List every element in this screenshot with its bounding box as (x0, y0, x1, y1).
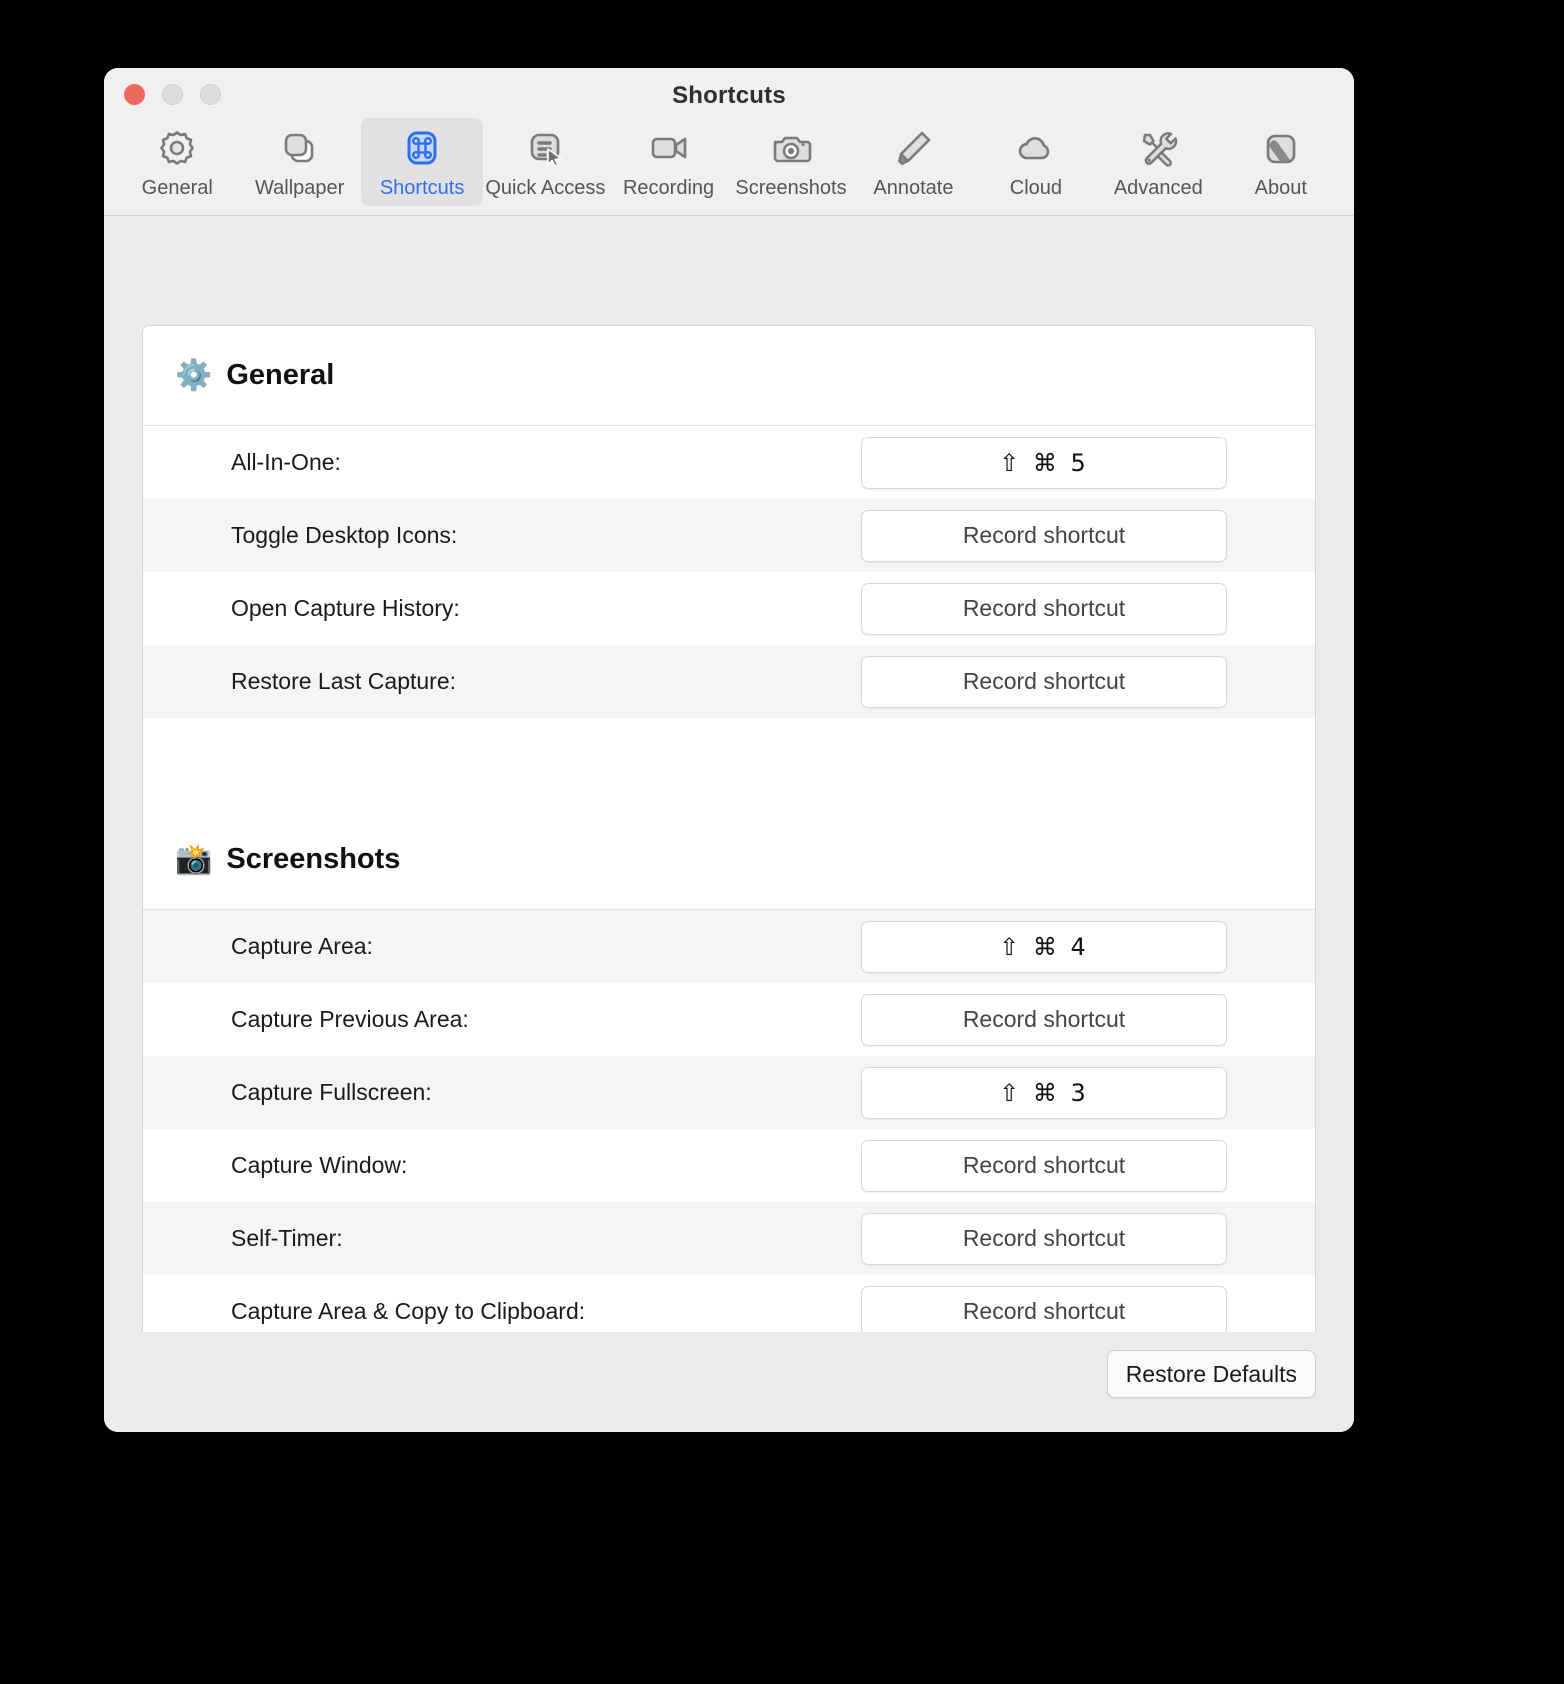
tab-general-label: General (141, 177, 213, 199)
video-camera-icon (646, 126, 692, 172)
shortcut-label: Capture Area: (231, 933, 373, 959)
shortcut-label: Capture Fullscreen: (231, 1079, 432, 1105)
wrench-screwdriver-icon (1135, 126, 1181, 172)
tab-cloud-label: Cloud (1009, 177, 1063, 199)
cloud-icon (1013, 126, 1059, 172)
tab-shortcuts-label: Shortcuts (379, 177, 465, 199)
shortcut-record-button[interactable]: Record shortcut (861, 655, 1227, 708)
tab-cloud[interactable]: Cloud (975, 118, 1097, 206)
shortcut-label: Capture Area & Copy to Clipboard: (231, 1298, 586, 1324)
shortcut-label: All-In-One: (231, 449, 341, 475)
window-footer: Restore Defaults (104, 1332, 1354, 1432)
tab-advanced-label: Advanced (1113, 177, 1203, 199)
shortcut-row: Capture Previous Area: Record shortcut (143, 983, 1315, 1056)
gear-emoji-icon: ⚙️ (175, 357, 213, 393)
shortcut-record-button[interactable]: Record shortcut (861, 1212, 1227, 1265)
command-key-icon (399, 126, 445, 172)
shortcut-label: Restore Last Capture: (231, 668, 457, 694)
section-header-screenshots: 📸 Screenshots (143, 810, 1315, 910)
shortcut-record-button[interactable]: Record shortcut (861, 993, 1227, 1046)
tab-about-label: About (1254, 177, 1307, 199)
tab-screenshots-label: Screenshots (735, 177, 847, 199)
shortcut-record-button[interactable]: ⇧ ⌘ 3 (861, 1066, 1227, 1119)
shortcut-row: Restore Last Capture: Record shortcut (143, 645, 1315, 718)
shortcut-record-button[interactable]: ⇧ ⌘ 5 (861, 436, 1227, 489)
shortcut-label: Self-Timer: (231, 1225, 343, 1251)
shortcut-label: Toggle Desktop Icons: (231, 522, 458, 548)
tab-wallpaper-label: Wallpaper (255, 177, 345, 199)
shortcut-row: Capture Area: ⇧ ⌘ 4 (143, 910, 1315, 983)
marker-pen-icon (890, 126, 936, 172)
shortcut-row: Toggle Desktop Icons: Record shortcut (143, 499, 1315, 572)
tab-quick-access[interactable]: Quick Access (483, 118, 607, 206)
shortcut-label: Capture Window: (231, 1152, 408, 1178)
camera-emoji-icon: 📸 (175, 841, 213, 877)
shortcuts-scroll-panel[interactable]: ⚙️ General All-In-One: ⇧ ⌘ 5 Toggle Desk… (142, 325, 1316, 1384)
section-spacer (143, 718, 1315, 810)
tab-advanced[interactable]: Advanced (1097, 118, 1219, 206)
gear-icon (154, 126, 200, 172)
window-titlebar: Shortcuts General Wallpaper Shortcuts Qu… (104, 68, 1354, 216)
shortcut-record-button[interactable]: ⇧ ⌘ 4 (861, 920, 1227, 973)
tab-shortcuts[interactable]: Shortcuts (360, 118, 484, 206)
section-header-general: ⚙️ General (143, 326, 1315, 426)
tab-recording[interactable]: Recording (607, 118, 729, 206)
shortcut-row: Self-Timer: Record shortcut (143, 1202, 1315, 1275)
menu-cursor-icon (522, 126, 568, 172)
tab-annotate-label: Annotate (873, 177, 954, 199)
preferences-window: Shortcuts General Wallpaper Shortcuts Qu… (104, 68, 1354, 1432)
shortcut-record-button[interactable]: Record shortcut (861, 1139, 1227, 1192)
tab-quick-access-label: Quick Access (485, 177, 606, 199)
stacked-squares-icon (277, 126, 323, 172)
shortcut-label: Capture Previous Area: (231, 1006, 469, 1032)
window-title: Shortcuts (672, 82, 786, 109)
section-title-general: General (226, 359, 335, 391)
shortcut-record-button[interactable]: Record shortcut (861, 509, 1227, 562)
shortcut-row: All-In-One: ⇧ ⌘ 5 (143, 426, 1315, 499)
shortcut-row: Capture Fullscreen: ⇧ ⌘ 3 (143, 1056, 1315, 1129)
shortcut-record-button[interactable]: Record shortcut (861, 582, 1227, 635)
shortcut-row: Open Capture History: Record shortcut (143, 572, 1315, 645)
restore-defaults-button[interactable]: Restore Defaults (1106, 1350, 1316, 1398)
tab-screenshots[interactable]: Screenshots (730, 118, 852, 206)
tab-general[interactable]: General (116, 118, 238, 206)
shortcut-record-button[interactable]: Record shortcut (861, 1285, 1227, 1338)
tab-recording-label: Recording (622, 177, 715, 199)
section-title-screenshots: Screenshots (226, 843, 401, 875)
preferences-content: ⚙️ General All-In-One: ⇧ ⌘ 5 Toggle Desk… (104, 217, 1354, 1432)
tab-annotate[interactable]: Annotate (852, 118, 974, 206)
shortcut-label: Open Capture History: (231, 595, 460, 621)
tab-about[interactable]: About (1220, 118, 1342, 206)
camera-icon (768, 126, 814, 172)
tab-wallpaper[interactable]: Wallpaper (238, 118, 360, 206)
preferences-toolbar: General Wallpaper Shortcuts Quick Access… (104, 118, 1354, 206)
shortcut-row: Capture Window: Record shortcut (143, 1129, 1315, 1202)
folded-corner-icon (1258, 126, 1304, 172)
